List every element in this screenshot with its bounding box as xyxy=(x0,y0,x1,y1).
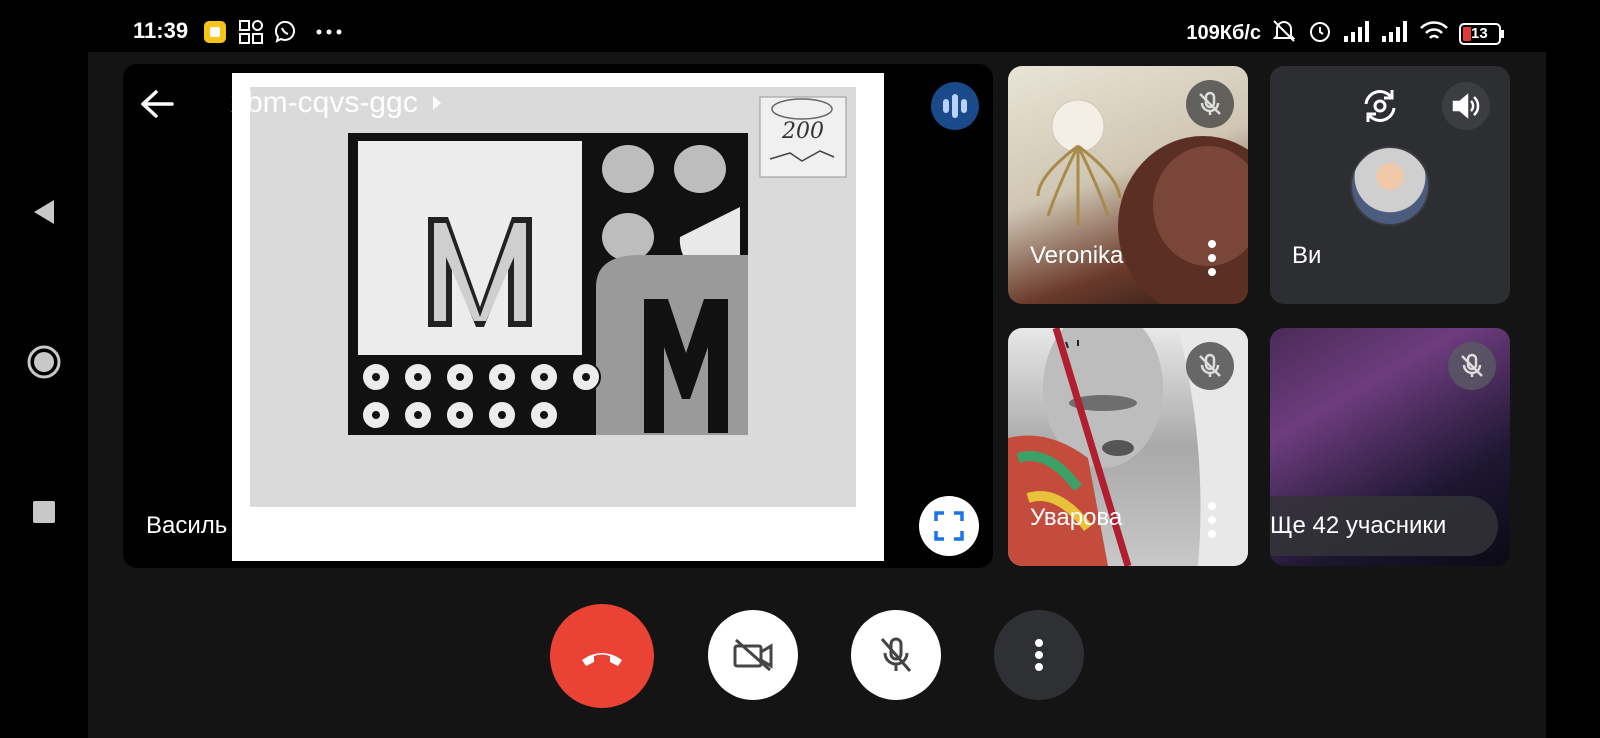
wifi-icon xyxy=(1419,19,1449,48)
presenter-label: Василь веде презентацію xyxy=(146,512,431,539)
switch-camera-button[interactable] xyxy=(1356,82,1404,130)
speaker-icon xyxy=(1452,93,1480,119)
back-triangle-icon[interactable] xyxy=(22,190,66,234)
recents-square-icon[interactable] xyxy=(22,490,66,534)
status-time: 11:39 xyxy=(133,18,189,43)
camera-off-icon xyxy=(733,638,773,672)
presentation-view[interactable]: 200 xbm-cqvs-ggc Василь веде презентацію xyxy=(123,64,993,568)
notification-app-icon xyxy=(203,19,227,45)
more-participants-label: Ще 42 учасники xyxy=(1270,512,1447,539)
participant-name: Veronika xyxy=(1030,242,1124,269)
more-vertical-icon xyxy=(1035,639,1043,671)
more-options-button[interactable] xyxy=(994,610,1084,700)
status-bar: 11:39 109Кб/с 13 xyxy=(0,0,1600,60)
mic-muted-icon xyxy=(1448,342,1496,390)
switch-camera-icon xyxy=(1364,90,1396,122)
mic-muted-icon xyxy=(1186,80,1234,128)
fullscreen-button[interactable] xyxy=(919,496,979,556)
more-participants-tile[interactable]: Ще 42 учасники xyxy=(1270,328,1510,566)
participant-name: Уварова xyxy=(1030,504,1123,531)
participant-tile-self[interactable]: Ви xyxy=(1270,66,1510,304)
status-right: 109Кб/с 13 xyxy=(1186,18,1505,49)
speaker-button[interactable] xyxy=(1442,82,1490,130)
mic-toggle-button[interactable] xyxy=(851,610,941,700)
grid-apps-icon xyxy=(238,19,264,45)
more-vertical-icon[interactable] xyxy=(1202,502,1222,538)
participant-name: Ви xyxy=(1292,242,1322,269)
network-speed: 109Кб/с xyxy=(1186,22,1261,44)
meeting-code-button[interactable]: xbm-cqvs-ggc xyxy=(231,86,442,120)
more-vertical-icon[interactable] xyxy=(1202,240,1222,276)
signal-icon xyxy=(1381,20,1409,47)
back-button[interactable] xyxy=(137,84,177,124)
camera-toggle-button[interactable] xyxy=(708,610,798,700)
mic-off-icon xyxy=(880,637,912,672)
more-dots-icon xyxy=(314,19,344,45)
signal-icon xyxy=(1343,20,1371,47)
shared-slide: 200 xyxy=(232,73,884,561)
alarm-icon xyxy=(1307,18,1333,49)
more-participants-button[interactable]: Ще 42 учасники xyxy=(1270,496,1498,556)
participant-tile-uvarova[interactable]: Уварова xyxy=(1008,328,1248,566)
bell-muted-icon xyxy=(1271,18,1297,49)
slide-stamp-number: 200 xyxy=(782,119,824,144)
battery-level: 13 xyxy=(1471,24,1488,42)
viber-icon xyxy=(272,19,298,45)
call-controls xyxy=(0,600,1600,710)
mic-muted-icon xyxy=(1186,342,1234,390)
phone-hangup-icon xyxy=(582,653,622,666)
fullscreen-icon xyxy=(934,511,964,541)
caret-right-icon xyxy=(432,96,441,110)
participant-tile-veronika[interactable]: Veronika xyxy=(1008,66,1248,304)
speaking-indicator-icon xyxy=(931,82,979,130)
meeting-code: xbm-cqvs-ggc xyxy=(231,86,418,119)
avatar xyxy=(1350,146,1430,226)
end-call-button[interactable] xyxy=(550,604,654,708)
home-circle-icon[interactable] xyxy=(22,340,66,384)
back-arrow-icon xyxy=(141,90,174,118)
artwork-image xyxy=(250,87,856,507)
battery-icon: 13 xyxy=(1459,22,1505,45)
slide-artwork: 200 xyxy=(250,87,856,507)
